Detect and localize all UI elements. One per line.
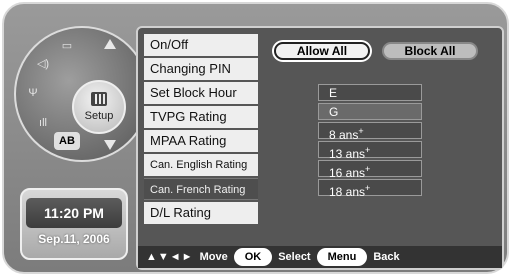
menu-item-can-english-rating[interactable]: Can. English Rating <box>144 154 258 176</box>
help-bar: ▲▼◄► Move OK Select Menu Back <box>138 246 502 268</box>
clock-date: Sep.11, 2006 <box>38 232 110 246</box>
allow-all-button[interactable]: Allow All <box>274 42 370 60</box>
settings-panel: On/Off Changing PIN Set Block Hour TVPG … <box>136 26 504 270</box>
menu-key: Menu <box>316 248 368 266</box>
up-arrow-icon[interactable] <box>104 39 116 49</box>
menu-item-tvpg-rating[interactable]: TVPG Rating <box>144 106 258 128</box>
menu-item-can-french-rating[interactable]: Can. French Rating <box>144 178 258 200</box>
rating-item-g[interactable]: G <box>318 103 422 120</box>
rating-item-13-ans[interactable]: 13 ans+ <box>318 141 422 161</box>
picture-icon[interactable]: ▭ <box>54 36 80 54</box>
signal-icon[interactable]: ıll <box>30 114 56 132</box>
rating-item-16-ans[interactable]: 16 ans+ <box>318 160 422 180</box>
rating-item-8-ans[interactable]: 8 ans+ <box>318 122 422 142</box>
down-arrow-icon[interactable] <box>104 140 116 150</box>
rating-item-18-ans[interactable]: 18 ans+ <box>318 179 422 199</box>
antenna-icon[interactable]: Ψ <box>20 84 46 102</box>
rating-list: E G 8 ans+ 13 ans+ 16 ans+ 18 ans+ <box>318 84 422 199</box>
setup-icon <box>91 92 107 106</box>
back-hint: Back <box>373 251 400 263</box>
menu-item-changing-pin[interactable]: Changing PIN <box>144 58 258 80</box>
settings-menu: On/Off Changing PIN Set Block Hour TVPG … <box>144 34 258 226</box>
nav-arrows-icon: ▲▼◄► <box>146 251 194 263</box>
clock-display: 11:20 PM Sep.11, 2006 <box>20 188 128 260</box>
tv-osd-frame: ▭ ◁) Ψ ıll AB Setup 11:20 PM Sep.11, 200… <box>2 2 509 274</box>
control-dial: ▭ ◁) Ψ ıll AB Setup <box>14 26 150 162</box>
rating-item-e[interactable]: E <box>318 84 422 101</box>
setup-label: Setup <box>84 110 114 122</box>
clock-time: 11:20 PM <box>26 198 122 228</box>
block-all-button[interactable]: Block All <box>382 42 478 60</box>
select-hint: Select <box>278 251 311 263</box>
menu-item-dl-rating[interactable]: D/L Rating <box>144 202 258 224</box>
ab-segment[interactable]: AB <box>54 132 80 150</box>
menu-item-on-off[interactable]: On/Off <box>144 34 258 56</box>
move-hint: Move <box>199 251 228 263</box>
menu-item-mpaa-rating[interactable]: MPAA Rating <box>144 130 258 152</box>
setup-button[interactable]: Setup <box>72 80 126 134</box>
ok-key: OK <box>233 248 273 266</box>
speaker-icon[interactable]: ◁) <box>30 54 56 72</box>
menu-item-set-block-hour[interactable]: Set Block Hour <box>144 82 258 104</box>
